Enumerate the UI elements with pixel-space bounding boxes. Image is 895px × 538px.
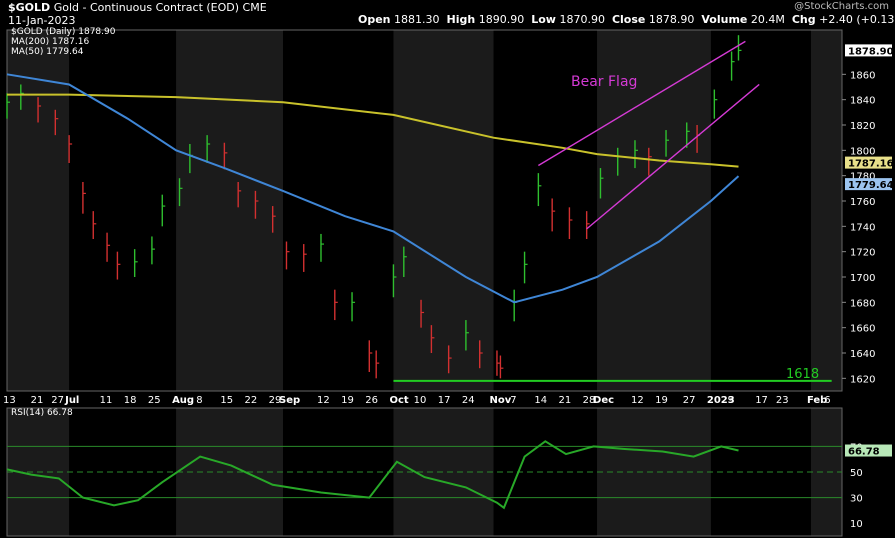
legend-ma50: MA(50) 1779.64	[11, 47, 84, 57]
ohlc-readout: Open 1881.30 High 1890.90 Low 1870.90 Cl…	[358, 13, 895, 26]
date-tick-label: 27	[683, 395, 696, 406]
month-band	[810, 30, 842, 391]
price-tick-label: 1640	[850, 349, 875, 360]
date-tick-label: Dec	[593, 395, 614, 406]
date-tick-label: 19	[655, 395, 668, 406]
high-value: 1890.90	[478, 13, 525, 26]
date-tick-label: 13	[3, 395, 16, 406]
price-tick-label: 1840	[850, 96, 875, 107]
date-tick-label: 12	[631, 395, 644, 406]
last-value-text: 66.78	[848, 447, 880, 458]
date-tick-label: Nov	[490, 395, 512, 406]
date-tick-label: 17	[755, 395, 768, 406]
rsi-tick-label: 10	[850, 519, 863, 530]
support-label: 1618	[786, 367, 820, 382]
price-tick-label: 1820	[850, 121, 875, 132]
date-tick-label: 22	[245, 395, 258, 406]
date-tick-label: 10	[414, 395, 427, 406]
date-tick-label: Aug	[172, 395, 194, 406]
rsi-month-band	[597, 408, 711, 536]
price-tick-label: 1620	[850, 374, 875, 385]
price-tick-label: 1700	[850, 273, 875, 284]
date-tick-label: 11	[100, 395, 113, 406]
exchange: CME	[242, 1, 267, 14]
volume-value: 20.4M	[750, 13, 785, 26]
date-tick-label: 25	[148, 395, 161, 406]
legend-rsi: RSI(14) 66.78	[11, 408, 73, 418]
date-tick-label: 9	[728, 395, 734, 406]
price-tick-label: 1760	[850, 197, 875, 208]
price-tick-label: 1660	[850, 324, 875, 335]
month-band	[176, 30, 284, 391]
month-band	[7, 30, 70, 391]
date-tick-label: 14	[534, 395, 547, 406]
rsi-tick-label: 30	[850, 494, 863, 505]
date-tick-label: 27	[51, 395, 64, 406]
date-tick-label: 19	[341, 395, 354, 406]
close-value: 1878.90	[648, 13, 695, 26]
legend-price: $GOLD (Daily) 1878.90	[11, 27, 116, 37]
date-tick-label: 21	[31, 395, 44, 406]
date-tick-label: 8	[196, 395, 202, 406]
date-tick-label: Sep	[279, 395, 300, 406]
chart-title: $GOLD Gold - Continuous Contract (EOD) C…	[8, 1, 267, 14]
date-tick-label: 17	[438, 395, 451, 406]
price-tick-label: 1860	[850, 70, 875, 81]
chg-value: +2.40 (+0.13%)	[819, 13, 895, 26]
price-axis-ticks: 1620164016601680170017201740176017801800…	[842, 70, 875, 385]
bear-flag-label: Bear Flag	[571, 74, 638, 90]
date-tick-label: 15	[220, 395, 233, 406]
date-axis: 13 21 27 Jul 11 18 25 Aug 8 15 22 29Sep 12 19 26 Oct 10 1…	[3, 395, 831, 406]
date-tick-label: 12	[317, 395, 330, 406]
description: Gold - Continuous Contract (EOD)	[53, 1, 240, 14]
price-tick-label: 1720	[850, 248, 875, 259]
price-tick-label: 1740	[850, 222, 875, 233]
chart-date: 11-Jan-2023	[8, 14, 76, 27]
date-tick-label: 21	[559, 395, 572, 406]
date-tick-label: Jul	[64, 395, 79, 406]
price-tick-label: 1680	[850, 298, 875, 309]
date-tick-label: 7	[510, 395, 516, 406]
date-tick-label: 6	[824, 395, 830, 406]
date-tick-label: 23	[776, 395, 789, 406]
symbol: $GOLD	[8, 1, 51, 14]
legend-ma200: MA(200) 1787.16	[11, 37, 90, 47]
price-tick-label: 1800	[850, 146, 875, 157]
rsi-tick-label: 50	[850, 468, 863, 479]
last-value-text: 1878.90	[848, 46, 894, 57]
watermark: @StockCharts.com	[794, 1, 889, 12]
alternating-month-bands	[7, 30, 842, 391]
date-tick-label: 24	[462, 395, 475, 406]
date-tick-label: 18	[124, 395, 137, 406]
date-tick-label: Oct	[389, 395, 408, 406]
last-value-text: 1787.16	[848, 159, 894, 170]
last-value-text: 1779.64	[848, 180, 894, 191]
month-band	[393, 30, 494, 391]
date-tick-label: 26	[365, 395, 378, 406]
gold-chart: 1620164016601680170017201740176017801800…	[3, 29, 894, 537]
open-value: 1881.30	[394, 13, 440, 26]
low-value: 1870.90	[559, 13, 605, 26]
